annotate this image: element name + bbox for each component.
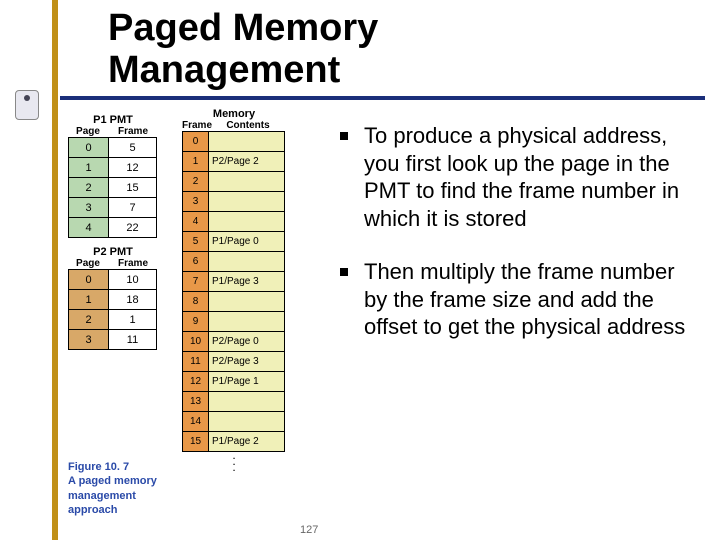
table-row: 422 [69, 218, 157, 238]
p2-pmt-title: P2 PMT [68, 246, 158, 258]
table-row: 6 [183, 252, 285, 272]
bullet-text: Then multiply the frame number by the fr… [364, 258, 700, 341]
table-row: 215 [69, 178, 157, 198]
p1-pmt-block: P1 PMT Page Frame 05 112 215 37 422 [68, 114, 158, 238]
table-row: 10P2/Page 0 [183, 332, 285, 352]
slide-title: Paged Memory Management [108, 8, 378, 92]
list-item: Then multiply the frame number by the fr… [340, 258, 700, 341]
table-row: 11P2/Page 3 [183, 352, 285, 372]
p2-head-page: Page [68, 258, 108, 269]
table-row: 05 [69, 138, 157, 158]
figure-caption: Figure 10. 7 A paged memory management a… [68, 460, 188, 517]
p1-head-page: Page [68, 126, 108, 137]
table-row: 5P1/Page 0 [183, 232, 285, 252]
mascot-icon [15, 90, 39, 120]
table-row: 7P1/Page 3 [183, 272, 285, 292]
memory-head-frame: Frame [182, 120, 210, 131]
p2-pmt-table: 010 118 21 311 [68, 269, 157, 350]
table-row: 311 [69, 330, 157, 350]
title-line-1: Paged Memory [108, 7, 378, 49]
p1-pmt-title: P1 PMT [68, 114, 158, 126]
table-row: 12P1/Page 1 [183, 372, 285, 392]
table-row: 13 [183, 392, 285, 412]
pmt-tables: P1 PMT Page Frame 05 112 215 37 422 P2 P… [68, 114, 158, 358]
table-row: 010 [69, 270, 157, 290]
p1-pmt-header: Page Frame [68, 126, 158, 137]
title-line-2: Management [108, 49, 340, 91]
memory-title: Memory [182, 108, 286, 120]
p2-head-frame: Frame [108, 258, 158, 269]
table-row: 1P2/Page 2 [183, 152, 285, 172]
list-item: To produce a physical address, you first… [340, 122, 700, 232]
table-row: 4 [183, 212, 285, 232]
table-row: 3 [183, 192, 285, 212]
table-row: 9 [183, 312, 285, 332]
p2-pmt-block: P2 PMT Page Frame 010 118 21 311 [68, 246, 158, 350]
bullet-icon [340, 268, 348, 276]
p1-pmt-table: 05 112 215 37 422 [68, 137, 157, 238]
table-row: 2 [183, 172, 285, 192]
table-row: 21 [69, 310, 157, 330]
table-row: 8 [183, 292, 285, 312]
page-number: 127 [300, 524, 318, 536]
figure-number: Figure 10. 7 [68, 461, 129, 473]
memory-column: Memory Frame Contents 0 1P2/Page 2 2 3 4… [182, 108, 286, 470]
p1-head-frame: Frame [108, 126, 158, 137]
bullet-list: To produce a physical address, you first… [340, 122, 700, 367]
memory-head-contents: Contents [210, 120, 286, 131]
title-underline [60, 96, 705, 100]
table-row: 112 [69, 158, 157, 178]
table-row: 14 [183, 412, 285, 432]
table-row: 0 [183, 132, 285, 152]
bullet-icon [340, 132, 348, 140]
figure-text: A paged memory management approach [68, 475, 157, 516]
memory-table: 0 1P2/Page 2 2 3 4 5P1/Page 0 6 7P1/Page… [182, 131, 285, 452]
p2-pmt-header: Page Frame [68, 258, 158, 269]
ellipsis-icon: ... [182, 452, 286, 470]
table-row: 118 [69, 290, 157, 310]
accent-stripe [52, 0, 58, 540]
table-row: 37 [69, 198, 157, 218]
bullet-text: To produce a physical address, you first… [364, 122, 700, 232]
memory-header: Frame Contents [182, 120, 286, 131]
